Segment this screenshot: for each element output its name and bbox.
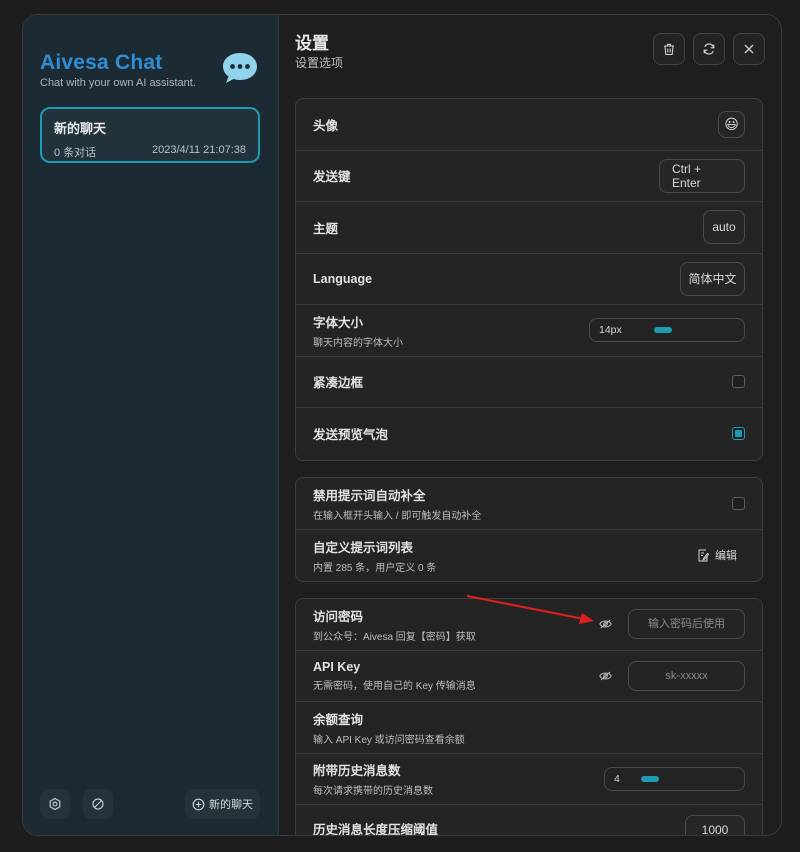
setting-row-compress-threshold: 历史消息长度压缩阈值 1000 [296,805,762,836]
edit-icon [698,549,709,562]
page-subtitle: 设置选项 [295,56,344,70]
chat-item-time: 2023/4/11 21:07:38 [152,144,246,156]
history-count-label: 附带历史消息数 [313,764,401,779]
compress-threshold-label: 历史消息长度压缩阈值 [313,823,439,836]
access-code-label: 访问密码 [313,609,364,624]
reset-button[interactable] [693,33,725,65]
edit-prompts-button[interactable]: 编辑 [697,547,737,563]
close-icon [744,44,754,54]
disable-prompt-checkbox[interactable] [732,496,745,510]
compact-checkbox[interactable] [732,375,745,389]
history-count-sub: 每次请求携带的历史消息数 [313,786,433,798]
sidebar: Aivesa Chat Chat with your own AI assist… [23,15,279,835]
trash-icon [664,43,674,56]
preview-label: 发送预览气泡 [313,428,389,443]
font-size-value: 14px [599,324,622,337]
avatar-button[interactable]: 😃 [718,110,745,138]
chat-item-title: 新的聊天 [54,121,107,136]
send-key-select[interactable]: Ctrl + Enter [659,158,745,193]
setting-row-compact: 紧凑边框 [296,357,762,408]
clear-button[interactable] [653,33,685,65]
chat-list-item[interactable]: 新的聊天 0 条对话 2023/4/11 21:07:38 [40,107,260,163]
chat-item-count: 0 条对话 [54,147,97,159]
theme-select[interactable]: auto [703,210,745,245]
font-size-sub: 聊天内容的字体大小 [313,337,403,349]
app-window: Aivesa Chat Chat with your own AI assist… [22,14,782,836]
brand-subtitle: Chat with your own AI assistant. [40,77,196,89]
setting-row-access-code: 访问密码 到公众号：Aivesa 回复【密码】获取 [296,599,762,651]
api-key-sub: 无需密码，使用自己的 Key 传输消息 [313,680,476,692]
balance-label: 余额查询 [313,712,364,727]
access-code-sub: 到公众号：Aivesa 回复【密码】获取 [313,631,476,643]
setting-row-theme: 主题 auto [296,202,762,254]
gear-icon [49,797,61,811]
setting-row-balance: 余额查询 输入 API Key 或访问密码查看余额 [296,702,762,754]
setting-row-disable-prompt: 禁用提示词自动补全 在输入框开头输入 / 即可触发自动补全 [296,478,762,530]
language-select[interactable]: 简体中文 [680,261,745,296]
preview-checkbox[interactable] [732,427,745,441]
general-settings-card: 头像 😃 发送键 Ctrl + Enter 主题 auto Language 简… [295,98,763,461]
avatar-label: 头像 [313,118,339,133]
setting-row-custom-prompt: 自定义提示词列表 内置 285 条，用户定义 0 条 编辑 [296,530,762,582]
mask-button[interactable] [83,789,113,819]
history-count-value: 4 [614,772,620,785]
disable-prompt-label: 禁用提示词自动补全 [313,488,426,503]
font-size-label: 字体大小 [313,315,364,330]
new-chat-button[interactable]: 新的聊天 [185,789,260,819]
access-code-input[interactable] [628,609,745,640]
mask-icon [92,798,104,810]
history-count-slider[interactable]: 4 [604,766,745,791]
brand-title: Aivesa Chat [40,51,163,74]
setting-row-font-size: 字体大小 聊天内容的字体大小 14px [296,305,762,357]
language-label: Language [313,271,373,286]
access-settings-card: 访问密码 到公众号：Aivesa 回复【密码】获取 API Key 无需密码，使… [295,598,763,836]
setting-row-send-key: 发送键 Ctrl + Enter [296,151,762,202]
history-count-slider-thumb[interactable] [641,775,659,782]
refresh-icon [703,43,715,55]
font-size-slider[interactable]: 14px [589,318,745,343]
setting-row-api-key: API Key 无需密码，使用自己的 Key 传输消息 [296,651,762,702]
settings-panel: 设置 设置选项 头像 😃 发送键 Ctrl + Enter 主题 auto La… [279,15,781,835]
setting-row-history-count: 附带历史消息数 每次请求携带的历史消息数 4 [296,754,762,805]
close-button[interactable] [733,33,765,65]
new-chat-label: 新的聊天 [209,799,253,811]
api-key-input[interactable] [628,660,745,691]
api-key-label: API Key [313,659,361,674]
setting-row-avatar: 头像 😃 [296,99,762,151]
send-key-label: 发送键 [313,170,351,185]
eye-icon[interactable] [599,619,612,629]
font-size-slider-thumb[interactable] [654,327,672,334]
prompt-settings-card: 禁用提示词自动补全 在输入框开头输入 / 即可触发自动补全 自定义提示词列表 内… [295,477,763,582]
setting-row-language: Language 简体中文 [296,254,762,305]
theme-label: 主题 [313,221,339,236]
plus-circle-icon [192,798,205,810]
setting-row-preview: 发送预览气泡 [296,408,762,460]
chat-bubble-icon [221,51,259,85]
custom-prompt-sub: 内置 285 条，用户定义 0 条 [313,562,437,574]
custom-prompt-label: 自定义提示词列表 [313,540,414,555]
balance-sub: 输入 API Key 或访问密码查看余额 [313,734,465,746]
disable-prompt-sub: 在输入框开头输入 / 即可触发自动补全 [313,510,482,522]
compact-label: 紧凑边框 [313,376,364,391]
settings-button[interactable] [40,789,70,819]
eye-icon[interactable] [599,671,612,681]
page-title: 设置 [295,34,329,53]
edit-label: 编辑 [715,550,737,563]
compress-threshold-input[interactable]: 1000 [685,815,745,835]
